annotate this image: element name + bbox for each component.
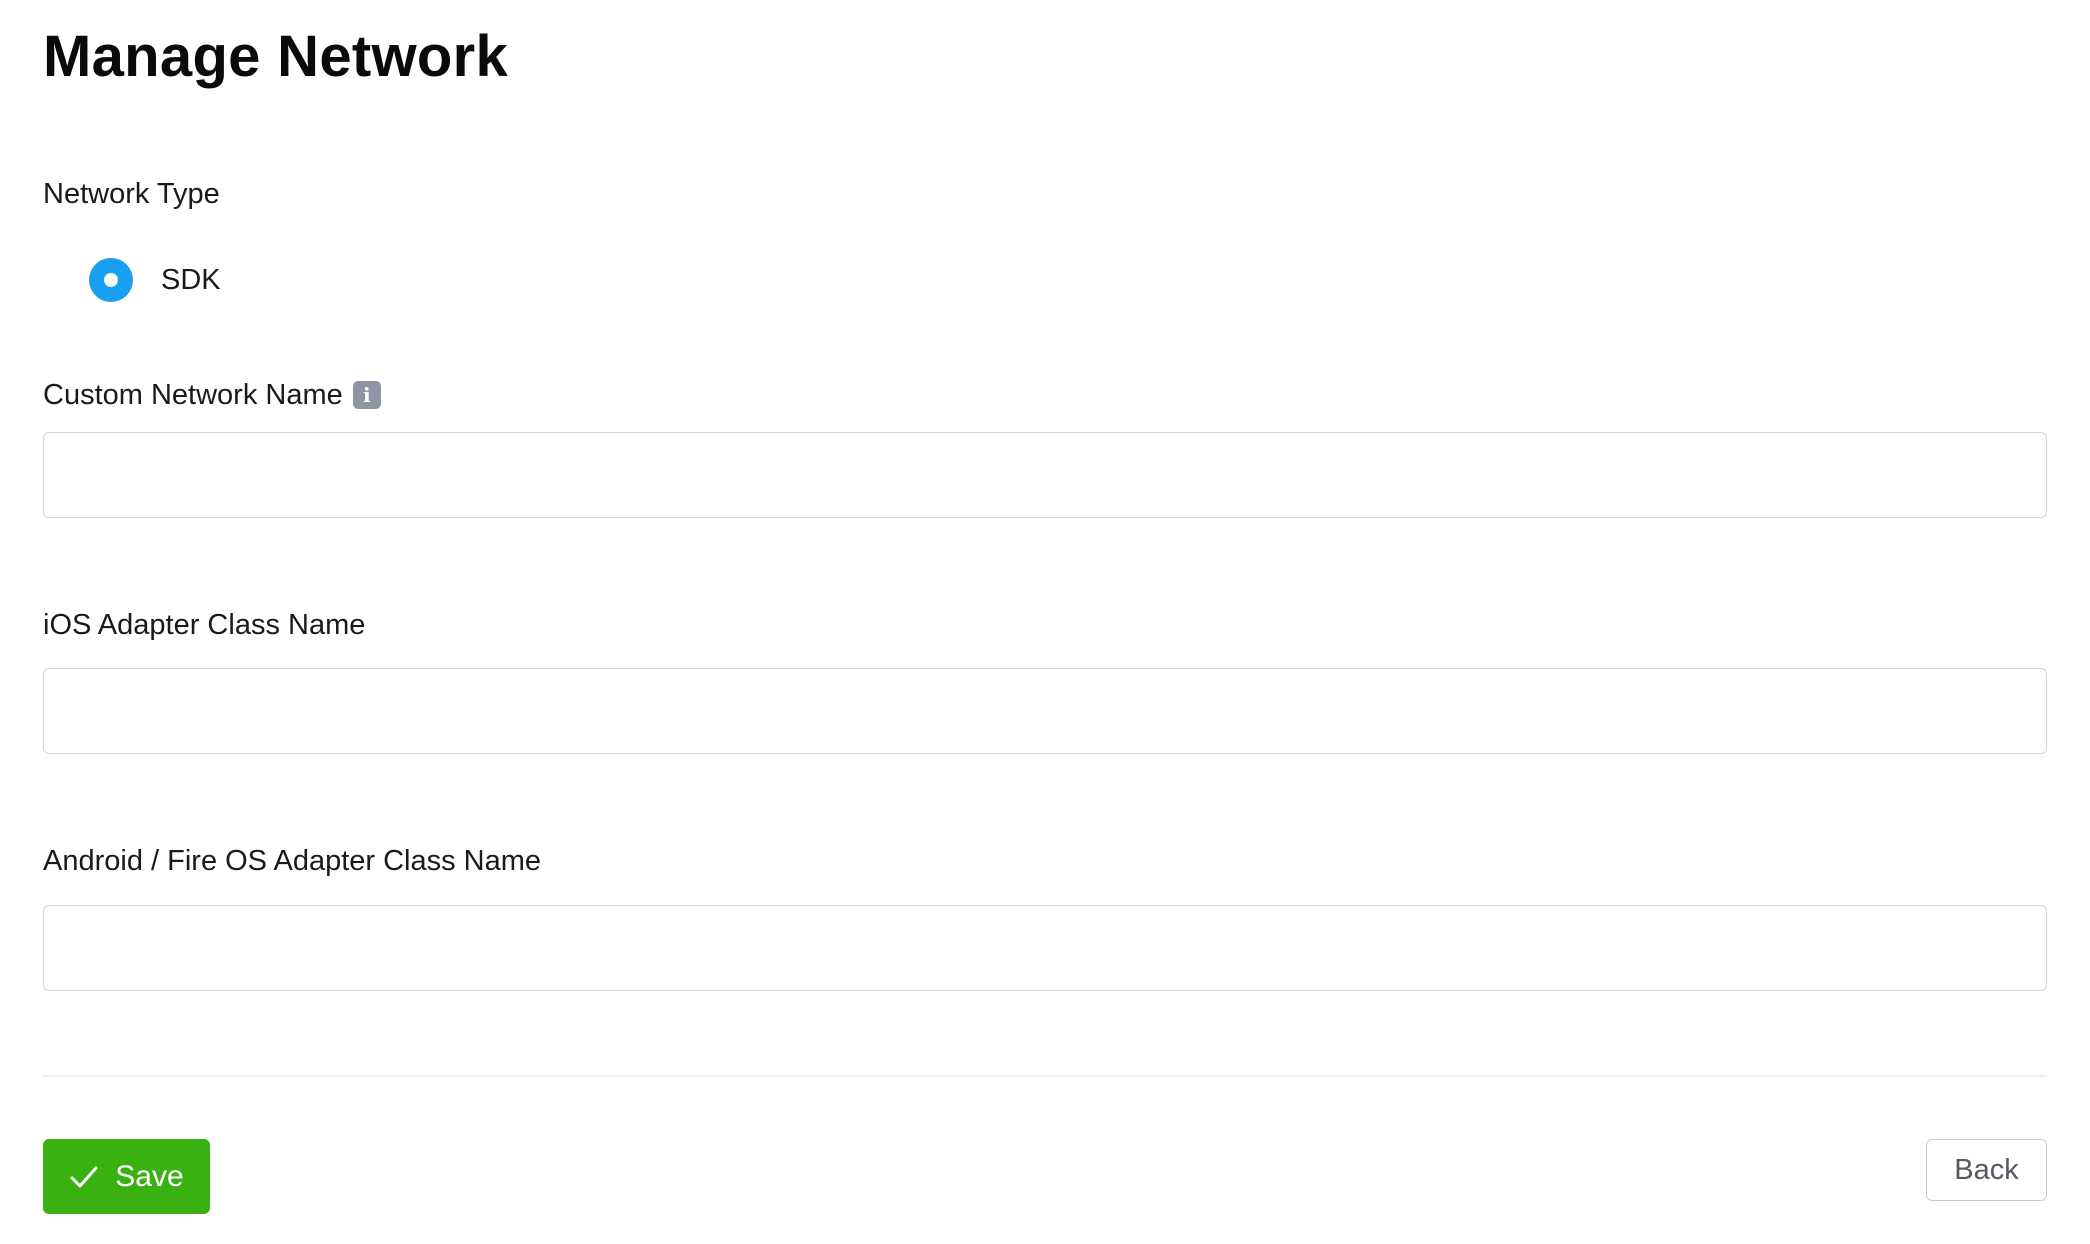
- android-adapter-input[interactable]: [43, 905, 2047, 991]
- radio-label-sdk: SDK: [161, 264, 221, 296]
- page-title: Manage Network: [43, 24, 509, 89]
- android-adapter-label-text: Android / Fire OS Adapter Class Name: [43, 845, 542, 877]
- save-button-label: Save: [115, 1159, 184, 1193]
- radio-dot: [104, 273, 118, 287]
- info-icon[interactable]: i: [352, 381, 381, 409]
- radio-selected-icon[interactable]: [89, 258, 133, 302]
- custom-network-name-label: Custom Network Name i: [43, 377, 381, 413]
- custom-network-name-input[interactable]: [43, 432, 2047, 518]
- network-type-label: Network Type: [43, 176, 220, 212]
- radio-option-sdk[interactable]: SDK: [89, 258, 221, 302]
- manage-network-page: Manage Network Network Type SDK Custom N…: [43, 0, 2047, 1244]
- custom-network-name-label-text: Custom Network Name: [43, 379, 343, 411]
- ios-adapter-label: iOS Adapter Class Name: [43, 607, 365, 643]
- ios-adapter-input[interactable]: [43, 668, 2047, 754]
- save-button[interactable]: Save: [43, 1139, 210, 1214]
- check-icon: [69, 1162, 99, 1192]
- android-adapter-label: Android / Fire OS Adapter Class Name: [43, 843, 541, 879]
- divider: [43, 1075, 2047, 1077]
- ios-adapter-label-text: iOS Adapter Class Name: [43, 609, 366, 641]
- back-button[interactable]: Back: [1926, 1139, 2047, 1201]
- network-type-label-text: Network Type: [43, 178, 220, 210]
